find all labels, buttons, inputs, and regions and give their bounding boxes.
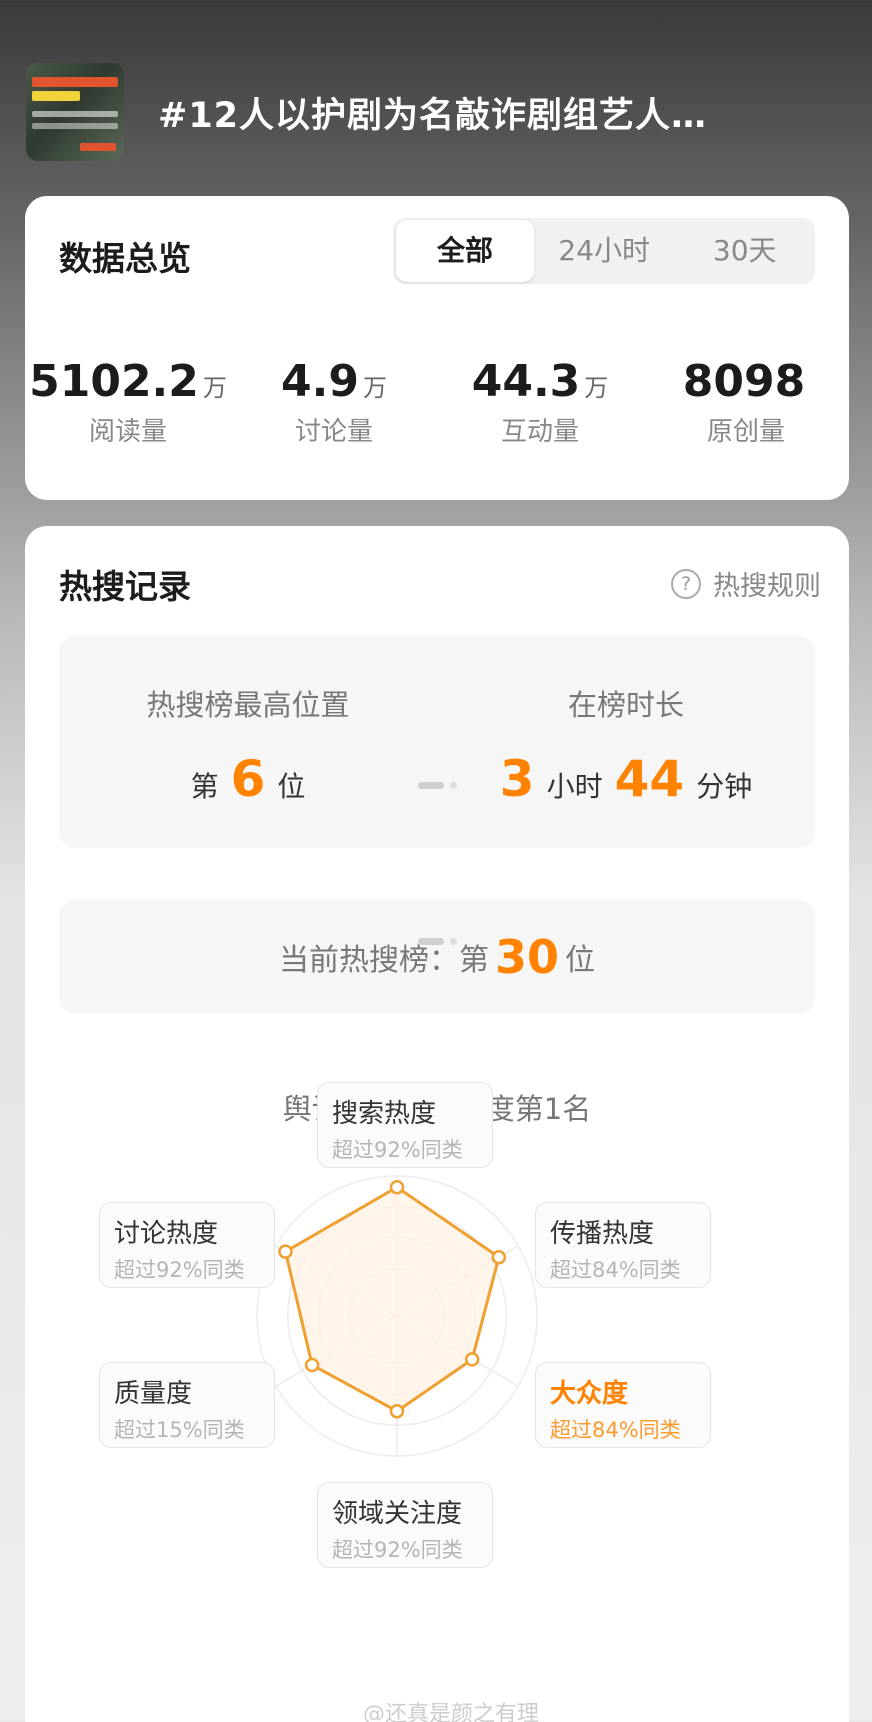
stat-interactions: 44.3 万 互动量	[437, 356, 643, 448]
hot-search-card: 热搜记录 ? 热搜规则 热搜榜最高位置 第 6 位 在榜时长 3 小时 44 分…	[25, 526, 849, 1722]
dim-quality[interactable]: 质量度 超过15%同类	[99, 1362, 275, 1448]
stat-originals: 8098 原创量	[643, 356, 849, 448]
dim-name: 大众度	[550, 1379, 629, 1409]
dim-percent: 超过15%同类	[114, 1418, 245, 1442]
watermark: @还真是颜之有理	[363, 1702, 540, 1722]
stat-label: 讨论量	[294, 417, 373, 447]
dim-popularity[interactable]: 大众度 超过84%同类	[535, 1362, 711, 1448]
data-overview-card: 数据总览 全部 24小时 30天 5102.2 万 阅读量 4.9 万 讨论量 44…	[25, 196, 849, 500]
stat-discussions: 4.9 万 讨论量	[231, 356, 437, 448]
stats-row: 5102.2 万 阅读量 4.9 万 讨论量 44.3 万 互动量 8098 原创量	[25, 356, 849, 448]
tab-all[interactable]: 全部	[396, 220, 534, 282]
dim-name: 传播热度	[550, 1219, 655, 1249]
dim-name: 质量度	[114, 1379, 193, 1409]
tab-30d[interactable]: 30天	[675, 220, 816, 282]
radar-point	[389, 1179, 405, 1195]
dim-discussion-heat[interactable]: 讨论热度 超过92%同类	[99, 1202, 275, 1288]
stat-unit: 万	[202, 374, 227, 402]
stat-unit: 万	[362, 374, 387, 402]
overview-title: 数据总览	[59, 239, 191, 278]
stat-value: 8098	[682, 356, 806, 407]
stat-value: 4.9	[281, 356, 359, 407]
dim-percent: 超过92%同类	[332, 1538, 463, 1562]
stat-value: 5102.2	[29, 356, 199, 407]
dim-name: 领域关注度	[332, 1499, 463, 1529]
radar-point	[464, 1352, 480, 1367]
dim-name: 搜索热度	[332, 1099, 437, 1129]
stat-label: 阅读量	[88, 417, 167, 447]
dim-name: 讨论热度	[114, 1219, 219, 1249]
stat-value: 44.3	[471, 356, 581, 407]
radar-polygon	[283, 1185, 501, 1413]
dim-percent: 超过84%同类	[550, 1418, 681, 1442]
dim-percent: 超过92%同类	[114, 1258, 245, 1282]
radar-point	[278, 1244, 293, 1259]
topic-title: #12人以护剧为名敲诈剧组艺人…	[158, 95, 708, 136]
stat-reads: 5102.2 万 阅读量	[25, 356, 231, 448]
stat-unit: 万	[584, 374, 609, 402]
radar-point	[491, 1249, 507, 1265]
radar-point	[389, 1403, 405, 1419]
dim-spread-heat[interactable]: 传播热度 超过84%同类	[535, 1202, 711, 1288]
topic-thumbnail[interactable]	[26, 63, 124, 161]
time-range-tabs: 全部 24小时 30天	[393, 218, 815, 284]
radar-point	[304, 1357, 320, 1373]
dim-domain-attention[interactable]: 领域关注度 超过92%同类	[317, 1482, 493, 1568]
topic-header: #12人以护剧为名敲诈剧组艺人…	[26, 62, 846, 162]
stat-label: 互动量	[500, 417, 579, 447]
dim-search-heat[interactable]: 搜索热度 超过92%同类	[317, 1082, 493, 1168]
tab-24h[interactable]: 24小时	[534, 220, 675, 282]
stat-label: 原创量	[706, 417, 785, 447]
dim-percent: 超过84%同类	[550, 1258, 681, 1282]
dim-percent: 超过92%同类	[332, 1138, 463, 1162]
